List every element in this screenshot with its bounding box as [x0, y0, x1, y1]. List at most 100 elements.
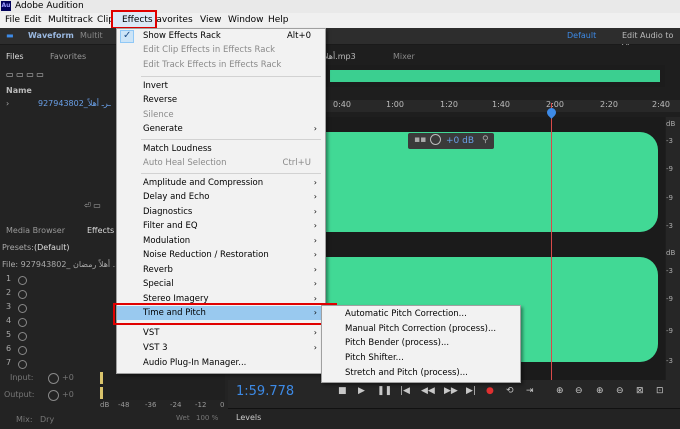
workspace-edit-audio[interactable]: Edit Audio to Vi	[622, 30, 680, 52]
menu-favorites[interactable]: Favorites	[152, 13, 193, 28]
menu-item-match-loudness[interactable]: Match Loudness	[117, 142, 323, 156]
fast-forward-icon[interactable]: ▶▶	[444, 386, 458, 396]
hud-gain-value[interactable]: +0 dB	[446, 136, 474, 146]
menu-separator	[141, 173, 321, 174]
menu-item-delay[interactable]: Delay and Echo ›	[117, 190, 323, 204]
menu-item-vst3[interactable]: VST 3 ›	[117, 341, 323, 355]
power-icon[interactable]	[18, 346, 27, 355]
effects-rack-panel: Media Browser Effects Rack Presets: (Def…	[0, 222, 117, 428]
submenu-item-stretch-pitch[interactable]: Stretch and Pitch (process)...	[322, 366, 518, 380]
new-file-icon[interactable]: ▭ ▭ ▭ ▭	[6, 69, 44, 81]
menu-item-invert[interactable]: Invert	[117, 79, 323, 93]
menu-item-diagnostics[interactable]: Diagnostics ›	[117, 205, 323, 219]
output-value[interactable]: +0	[62, 389, 74, 401]
menu-item-special[interactable]: Special ›	[117, 277, 323, 291]
menu-item-reverb[interactable]: Reverb ›	[117, 263, 323, 277]
menu-view[interactable]: View	[200, 13, 221, 28]
timecode-display[interactable]: 1:59.778	[236, 384, 294, 399]
menu-item-label: Manual Pitch Correction (process)...	[345, 324, 497, 334]
insert-icon[interactable]: ⏎ ▭	[84, 200, 101, 212]
skip-forward-icon[interactable]: ▶|	[466, 386, 476, 396]
menu-item-noise-reduction[interactable]: Noise Reduction / Restoration ›	[117, 248, 323, 262]
multitrack-button[interactable]: Multit	[80, 30, 103, 42]
file-item[interactable]: 927943802_ـرـ أهلاً	[38, 98, 111, 110]
power-icon[interactable]	[18, 318, 27, 327]
rack-slot-5[interactable]: 5	[6, 330, 11, 339]
power-icon[interactable]	[18, 304, 27, 313]
toolbar: ▬ Waveform Multit Default Edit Audio to …	[0, 28, 680, 52]
rack-slot-4[interactable]: 4	[6, 316, 11, 325]
zoom-full-icon[interactable]: ⊠	[636, 386, 644, 396]
tab-files[interactable]: Files	[6, 51, 24, 63]
rewind-icon[interactable]: ◀◀	[421, 386, 435, 396]
submenu-item-auto-pitch[interactable]: Automatic Pitch Correction...	[322, 307, 518, 321]
expand-icon[interactable]: ›	[6, 98, 9, 110]
input-knob-icon[interactable]	[48, 373, 59, 384]
menu-item-amplitude[interactable]: Amplitude and Compression ›	[117, 176, 323, 190]
menu-help[interactable]: Help	[268, 13, 289, 28]
menu-edit[interactable]: Edit	[24, 13, 41, 28]
menu-multitrack[interactable]: Multitrack	[48, 13, 93, 28]
skip-back-icon[interactable]: |◀	[400, 386, 410, 396]
editor-tab-file[interactable]: أهلاً.mp3	[324, 52, 356, 61]
mix-wet-label: Wet	[176, 414, 190, 422]
rack-slot-6[interactable]: 6	[6, 344, 11, 353]
tab-effects-rack[interactable]: Effects Rack	[87, 225, 117, 237]
menu-item-show-effects-rack[interactable]: ✓ Show Effects Rack Alt+0	[117, 29, 323, 43]
submenu-item-manual-pitch[interactable]: Manual Pitch Correction (process)...	[322, 322, 518, 336]
submenu-item-pitch-bender[interactable]: Pitch Bender (process)...	[322, 336, 518, 350]
zoom-fit-icon[interactable]: ⊡	[656, 386, 664, 396]
submenu-item-pitch-shifter[interactable]: Pitch Shifter...	[322, 351, 518, 365]
skip-selection-icon[interactable]: ⇥	[526, 386, 534, 396]
menu-item-modulation[interactable]: Modulation ›	[117, 234, 323, 248]
stop-icon[interactable]: ■	[338, 386, 347, 396]
power-icon[interactable]	[18, 290, 27, 299]
zoom-in-icon[interactable]: ⊕	[556, 386, 564, 396]
menu-item-label: Generate	[143, 124, 183, 134]
menu-effects[interactable]: Effects	[111, 10, 157, 29]
menu-window[interactable]: Window	[228, 13, 264, 28]
menu-item-plugin-manager[interactable]: Audio Plug-In Manager...	[117, 356, 323, 370]
waveform-button[interactable]: Waveform	[28, 30, 74, 42]
time-ruler[interactable]: 0:40 1:00 1:20 1:40 2:00 2:20 2:40	[320, 100, 680, 112]
ruler-label: 1:20	[440, 100, 458, 109]
output-knob-icon[interactable]	[48, 390, 59, 401]
zoom-out-icon[interactable]: ⊖	[575, 386, 583, 396]
rack-slot-3[interactable]: 3	[6, 302, 11, 311]
pin-icon[interactable]: ⚲	[482, 135, 489, 145]
workspace-default[interactable]: Default	[567, 30, 596, 42]
levels-tab[interactable]: Levels	[236, 413, 261, 422]
menu-shortcut: Ctrl+U	[282, 158, 311, 168]
zoom-in-time-icon[interactable]: ⊕	[596, 386, 604, 396]
menu-item-vst[interactable]: VST ›	[117, 326, 323, 340]
power-icon[interactable]	[18, 276, 27, 285]
rack-slot-1[interactable]: 1	[6, 274, 11, 283]
column-name[interactable]: Name	[6, 85, 32, 97]
menu-file[interactable]: File	[5, 13, 20, 28]
record-icon[interactable]: ●	[486, 386, 494, 396]
mix-value[interactable]: 100 %	[196, 414, 218, 422]
app-logo: Au	[1, 1, 11, 11]
menu-item-silence: Silence	[117, 108, 323, 122]
submenu-arrow-icon: ›	[313, 265, 317, 274]
presets-select[interactable]: (Default)	[34, 242, 69, 254]
gain-hud[interactable]: ▪▪ +0 dB ⚲	[408, 133, 494, 149]
rack-slot-7[interactable]: 7	[6, 358, 11, 367]
editor-tab-mixer[interactable]: Mixer	[393, 52, 415, 61]
rack-slot-2[interactable]: 2	[6, 288, 11, 297]
gain-knob-icon[interactable]	[430, 134, 441, 145]
tab-media-browser[interactable]: Media Browser	[6, 225, 65, 237]
playhead[interactable]	[551, 103, 552, 380]
input-value[interactable]: +0	[62, 372, 74, 384]
zoom-out-time-icon[interactable]: ⊖	[616, 386, 624, 396]
menu-item-generate[interactable]: Generate ›	[117, 122, 323, 136]
play-icon[interactable]: ▶	[358, 386, 365, 396]
menu-item-label: Reverse	[143, 95, 178, 105]
power-icon[interactable]	[18, 332, 27, 341]
power-icon[interactable]	[18, 360, 27, 369]
pause-icon[interactable]: ❚❚	[377, 386, 392, 396]
menu-item-reverse[interactable]: Reverse	[117, 93, 323, 107]
tab-favorites[interactable]: Favorites	[50, 51, 86, 63]
menu-item-filter-eq[interactable]: Filter and EQ ›	[117, 219, 323, 233]
loop-icon[interactable]: ⟲	[506, 386, 514, 396]
